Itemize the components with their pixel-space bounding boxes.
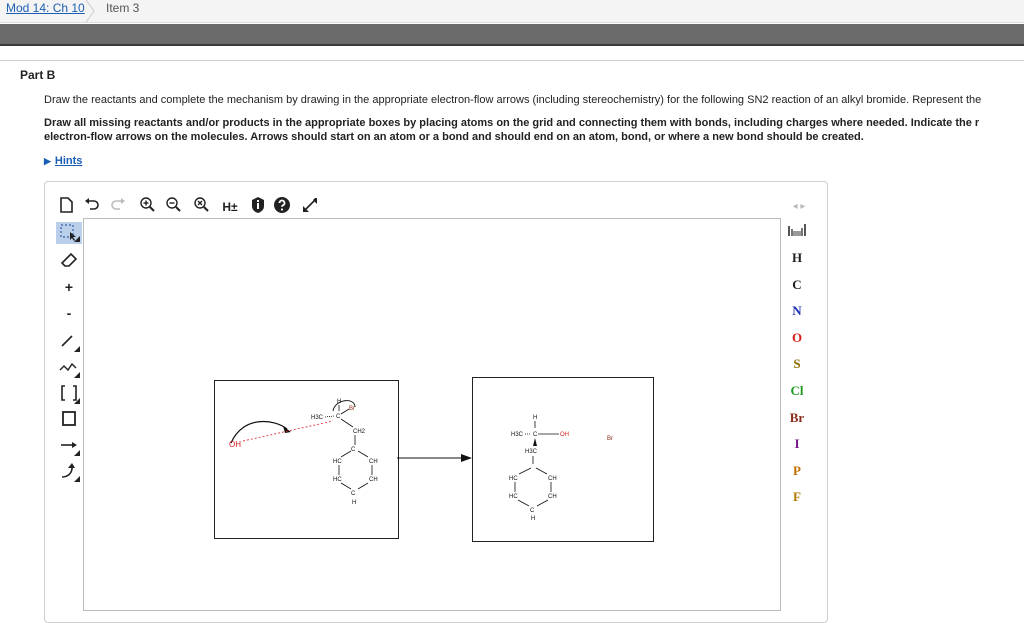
caret-right-icon: ▶ — [44, 156, 51, 166]
eraser-tool-icon[interactable] — [56, 250, 82, 272]
box-tool-icon[interactable] — [56, 408, 82, 430]
instructions-line-1: Draw the reactants and complete the mech… — [44, 94, 982, 106]
product-ring-ch-1: CH — [548, 476, 557, 482]
carbon-label: C — [336, 414, 341, 420]
chevron-right-icon — [85, 0, 95, 22]
periodic-table-icon[interactable] — [784, 222, 810, 244]
part-title: Part B — [20, 68, 56, 82]
ring-hc-1: HC — [333, 459, 342, 465]
element-s-button[interactable]: S — [784, 353, 810, 375]
bracket-tool-icon[interactable] — [56, 382, 82, 404]
zoom-out-icon[interactable] — [164, 196, 184, 218]
product-ring-bottom-h: H — [531, 516, 535, 522]
product-ring-hc-1: HC — [509, 476, 518, 482]
hydrogen-toggle-button[interactable]: H± — [218, 196, 242, 218]
product-methyl-label: H3C — [511, 432, 524, 438]
element-i-button[interactable]: I — [784, 433, 810, 455]
instructions-line-2: Draw all missing reactants and/or produc… — [44, 117, 980, 143]
product-ring-bottom-carbon: C — [530, 508, 535, 514]
ring-bottom-carbon: C — [351, 491, 356, 497]
element-f-button[interactable]: F — [784, 486, 810, 508]
element-h-button[interactable]: H — [784, 247, 810, 269]
product-ring-hc-2: HC — [509, 494, 518, 500]
hints-link[interactable]: ▶ Hints — [44, 155, 82, 167]
reaction-arrow-tool-icon[interactable] — [56, 434, 82, 456]
ring-ch-1: CH — [369, 459, 378, 465]
new-document-icon[interactable] — [56, 196, 76, 218]
hints-label: Hints — [54, 155, 83, 167]
product-oh-label: OH — [560, 432, 569, 438]
reactant-box[interactable]: OH H H3C C Br CH2 C HC CH HC CH C H — [214, 380, 399, 539]
info-icon[interactable] — [248, 196, 268, 218]
bromide-ion-label: Br — [607, 436, 613, 442]
help-icon[interactable] — [272, 196, 292, 218]
bromine-label: Br — [349, 406, 355, 412]
element-c-button[interactable]: C — [784, 274, 810, 296]
element-o-button[interactable]: O — [784, 327, 810, 349]
element-n-button[interactable]: N — [784, 300, 810, 322]
chain-tool-icon[interactable] — [56, 356, 82, 378]
ring-bottom-h: H — [352, 500, 356, 506]
single-bond-tool-icon[interactable] — [56, 330, 82, 352]
breadcrumb-module-link[interactable]: Mod 14: Ch 10 — [6, 1, 85, 15]
product-molecule: H H3C C OH Br H3C HC CH HC CH C H — [509, 415, 613, 522]
zoom-reset-icon[interactable] — [192, 196, 212, 218]
ring-top-carbon: C — [351, 447, 356, 453]
drawing-canvas[interactable] — [83, 218, 781, 611]
ch2-label: CH2 — [353, 429, 366, 435]
element-cl-button[interactable]: Cl — [784, 380, 810, 402]
breadcrumb-bar: Mod 14: Ch 10 Item 3 — [0, 0, 1024, 23]
methyl-label: H3C — [311, 415, 324, 421]
header-bar — [0, 24, 1024, 46]
breadcrumb-item: Item 3 — [106, 1, 140, 15]
undo-icon[interactable] — [82, 196, 102, 218]
ring-ch-2: CH — [369, 477, 378, 483]
zoom-in-icon[interactable] — [138, 196, 158, 218]
select-tool-icon[interactable] — [56, 222, 82, 244]
negative-charge-tool[interactable]: - — [56, 302, 82, 324]
element-br-button[interactable]: Br — [784, 407, 810, 429]
positive-charge-tool[interactable]: + — [56, 276, 82, 298]
product-carbon-label: C — [533, 432, 538, 438]
ring-hc-2: HC — [333, 477, 342, 483]
product-h-label: H — [533, 415, 537, 421]
panel-arrows-icon[interactable]: ◂ ▸ — [788, 198, 810, 216]
redo-icon[interactable] — [108, 196, 128, 218]
product-box[interactable]: H H3C C OH Br H3C HC CH HC CH C H — [472, 377, 654, 542]
expand-icon[interactable] — [300, 196, 320, 218]
product-ring-ch-2: CH — [548, 494, 557, 500]
element-p-button[interactable]: P — [784, 460, 810, 482]
reactant-molecule: OH H H3C C Br CH2 C HC CH HC CH C H — [229, 399, 378, 506]
hydroxide-label: OH — [229, 440, 241, 449]
divider — [0, 60, 1024, 61]
reaction-arrow — [397, 454, 472, 462]
product-h3c-label: H3C — [525, 449, 538, 455]
curved-arrow-tool-icon[interactable] — [56, 460, 82, 482]
